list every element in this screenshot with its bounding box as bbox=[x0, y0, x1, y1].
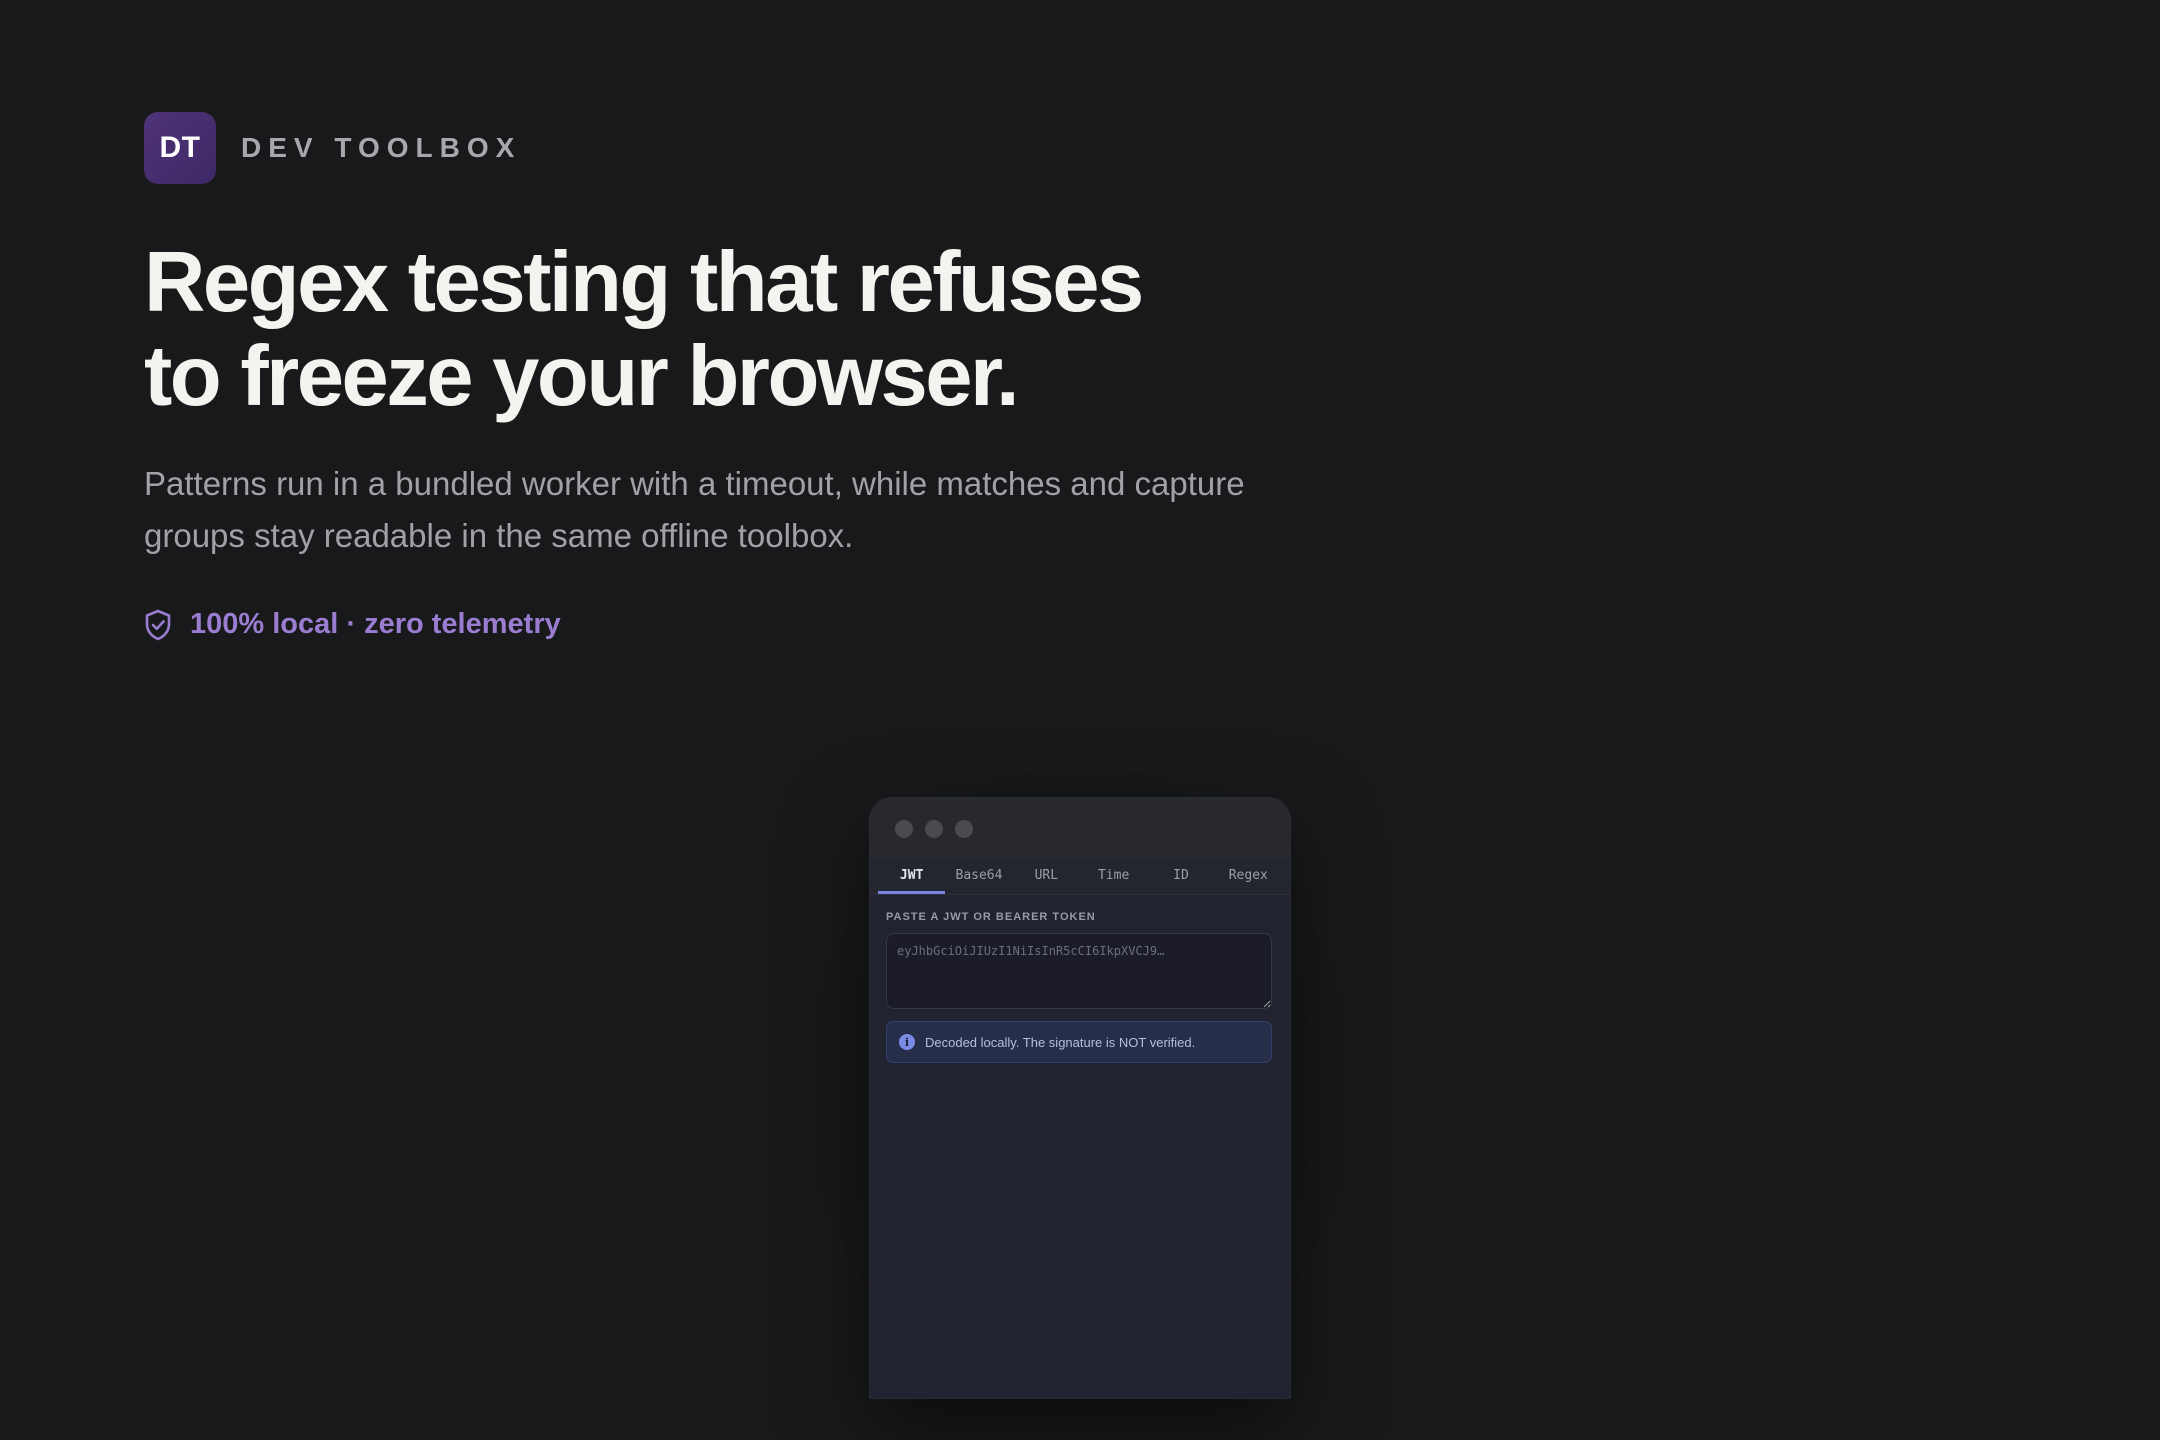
window-titlebar bbox=[870, 798, 1290, 860]
headline-line-1: Regex testing that refuses bbox=[144, 235, 1144, 330]
token-input[interactable] bbox=[886, 933, 1272, 1009]
brand-name: DEV TOOLBOX bbox=[241, 132, 522, 163]
tool-tabs: JWT Base64 URL Time ID Regex bbox=[870, 860, 1290, 895]
token-input-label: PASTE A JWT OR BEARER TOKEN bbox=[886, 911, 1096, 923]
jwt-panel: PASTE A JWT OR BEARER TOKEN i Decoded lo… bbox=[870, 895, 1290, 1063]
window-minimize-dot[interactable] bbox=[925, 820, 943, 838]
window-maximize-dot[interactable] bbox=[955, 820, 973, 838]
window-close-dot[interactable] bbox=[895, 820, 913, 838]
notice-text: Decoded locally. The signature is NOT ve… bbox=[925, 1034, 1196, 1050]
privacy-badge-text: 100% local · zero telemetry bbox=[190, 608, 561, 640]
headline-line-2: to freeze your browser. bbox=[144, 329, 1020, 424]
info-icon: i bbox=[899, 1034, 915, 1050]
tab-time[interactable]: Time bbox=[1080, 860, 1147, 894]
tab-regex[interactable]: Regex bbox=[1215, 860, 1282, 894]
brand-header: DT DEV TOOLBOX bbox=[144, 112, 521, 184]
tab-url[interactable]: URL bbox=[1013, 860, 1080, 894]
tab-jwt[interactable]: JWT bbox=[878, 860, 946, 894]
app-logo: DT bbox=[144, 112, 216, 184]
hero-subhead: Patterns run in a bundled worker with a … bbox=[144, 465, 1245, 554]
privacy-badge: 100% local · zero telemetry bbox=[144, 608, 561, 641]
hero-headline: Regex testing that refuses to freeze you… bbox=[144, 236, 1344, 424]
tab-base64[interactable]: Base64 bbox=[945, 860, 1012, 894]
shield-check-icon bbox=[145, 609, 171, 640]
app-window-preview: JWT Base64 URL Time ID Regex PASTE A JWT… bbox=[870, 798, 1290, 1398]
verification-notice: i Decoded locally. The signature is NOT … bbox=[886, 1021, 1272, 1063]
tab-id[interactable]: ID bbox=[1147, 860, 1214, 894]
